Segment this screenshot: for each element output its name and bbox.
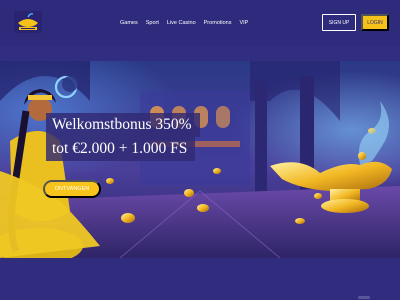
claim-bonus-button[interactable]: ONTVANGEN — [43, 180, 101, 198]
footer-band — [0, 258, 400, 300]
nav-item-promotions[interactable]: Promotions — [204, 18, 232, 28]
horizontal-scrollbar-thumb[interactable] — [358, 296, 370, 299]
signup-button[interactable]: SIGN UP — [322, 14, 356, 31]
login-button[interactable]: LOGIN — [361, 14, 389, 31]
nav-item-games[interactable]: Games — [120, 18, 138, 28]
genie-lamp-logo-icon[interactable] — [14, 11, 42, 33]
hero-banner: Welkomstbonus 350% tot €2.000 + 1.000 FS… — [0, 61, 400, 258]
nav-item-live-casino[interactable]: Live Casino — [167, 18, 196, 28]
main-nav: Games Sport Live Casino Promotions VIP — [120, 18, 248, 28]
bonus-subline: tot €2.000 + 1.000 FS — [46, 137, 196, 161]
bonus-headline: Welkomstbonus 350% — [46, 113, 200, 137]
nav-item-vip[interactable]: VIP — [239, 18, 248, 28]
site-header: Games Sport Live Casino Promotions VIP S… — [0, 0, 400, 46]
nav-item-sport[interactable]: Sport — [146, 18, 159, 28]
